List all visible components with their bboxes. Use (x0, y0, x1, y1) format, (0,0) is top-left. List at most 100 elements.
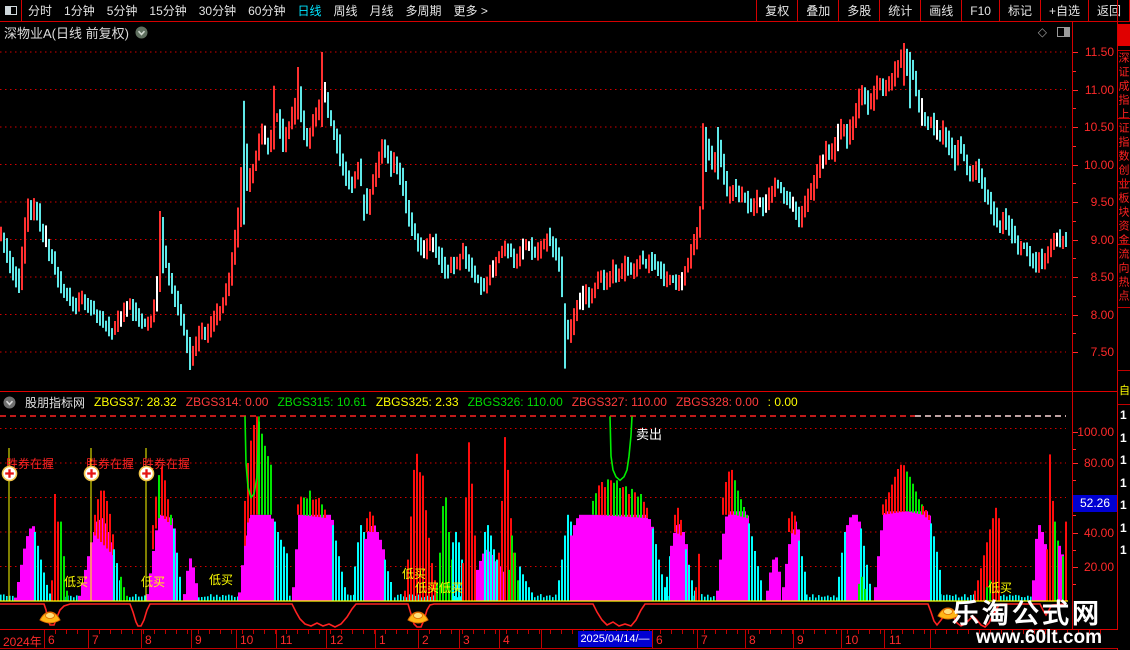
candle (966, 154, 968, 176)
candle (645, 258, 647, 269)
tool-button-7[interactable]: +自选 (1039, 0, 1088, 21)
hist-bar (428, 537, 430, 602)
comb-tick (289, 595, 291, 601)
tool-button-1[interactable]: 叠加 (797, 0, 838, 21)
month-separator (841, 630, 842, 648)
hist-bar (725, 482, 727, 515)
hist-bar (909, 476, 911, 512)
panel-layout-icon[interactable] (1057, 27, 1070, 37)
candle (639, 255, 641, 270)
month-separator (236, 630, 237, 648)
comb-tick (949, 595, 951, 601)
right-side-strip[interactable]: 深证成指上证指数创业板块资金流向热点 自 1 1 1 1 1 1 1 (1118, 0, 1130, 650)
indicator-axis-label: 100.00 (1077, 425, 1114, 439)
candle (1023, 242, 1025, 249)
hist-bar (106, 500, 108, 549)
candle (162, 217, 164, 274)
candle (495, 256, 497, 276)
candle (546, 233, 548, 252)
candle (369, 189, 371, 215)
comb-tick (549, 595, 551, 601)
price-axis-label: 11.50 (1084, 45, 1114, 59)
hist-bar (1062, 556, 1064, 601)
comb-tick (210, 594, 212, 601)
candle (444, 256, 446, 279)
hist-bar (484, 532, 486, 601)
hist-bar (977, 580, 979, 601)
period-tab-4[interactable]: 30分钟 (199, 2, 236, 19)
hist-bar (757, 566, 759, 601)
hist-bar (43, 572, 45, 601)
candle (150, 315, 152, 328)
axis-tick (1073, 314, 1078, 316)
candle (957, 140, 959, 166)
hist-bar (612, 514, 615, 602)
hist-bar (496, 559, 498, 601)
candle (951, 137, 953, 159)
candle (270, 129, 272, 153)
hist-bar (558, 580, 560, 601)
hist-bar (310, 514, 313, 602)
candle (882, 78, 884, 96)
top-toolbar: 分时 1分钟 5分钟 15分钟 30分钟 60分钟 日线 周线 月线 多周期 更多 > 复权 叠加 多股… (0, 0, 1130, 22)
date-minor-ticks (44, 630, 1104, 634)
hist-bar (303, 497, 305, 516)
axis-minor-tick (1073, 220, 1076, 222)
period-tab-0[interactable]: 分时 (28, 2, 52, 19)
hist-bar (680, 519, 682, 536)
tool-button-4[interactable]: 画线 (920, 0, 961, 21)
chevron-down-icon[interactable] (135, 26, 148, 39)
candle (366, 188, 368, 214)
period-tab-1[interactable]: 1分钟 (64, 2, 95, 19)
period-tab-8[interactable]: 月线 (370, 2, 394, 19)
candle (492, 260, 494, 278)
candle (1053, 233, 1055, 250)
candle (465, 246, 467, 269)
hist-bar (1065, 521, 1067, 601)
indicator-collapse-icon[interactable] (3, 396, 16, 409)
hist-bar (292, 587, 295, 601)
candle (450, 256, 452, 273)
hist-bar (900, 464, 902, 513)
tool-button-2[interactable]: 多股 (838, 0, 879, 21)
hist-bar (250, 514, 253, 602)
candle (624, 255, 626, 282)
hist-bar (913, 511, 916, 601)
candle (324, 82, 326, 103)
hist-bar (616, 480, 618, 517)
tool-button-3[interactable]: 统计 (879, 0, 920, 21)
strip-separator (1118, 370, 1130, 371)
candle (1047, 246, 1049, 264)
strip-number: 1 (1120, 430, 1127, 445)
hist-bar (916, 511, 919, 601)
diamond-icon[interactable]: ◇ (1038, 25, 1047, 39)
period-tab-5[interactable]: 60分钟 (248, 2, 285, 19)
candle (330, 110, 332, 127)
hist-bar (791, 529, 794, 601)
tool-button-0[interactable]: 复权 (756, 0, 797, 21)
period-tab-3[interactable]: 15分钟 (149, 2, 186, 19)
tool-button-5[interactable]: F10 (961, 0, 999, 21)
period-tab-9[interactable]: 多周期 (406, 2, 442, 19)
candle (486, 276, 488, 294)
window-split-button[interactable] (0, 0, 22, 22)
tool-button-6[interactable]: 标记 (998, 0, 1040, 21)
period-tab-10[interactable]: 更多 > (454, 2, 488, 19)
hist-bar (23, 548, 26, 601)
hist-bar (364, 538, 367, 601)
candle (504, 240, 506, 257)
main-chart[interactable] (0, 39, 1072, 391)
candle (630, 262, 632, 275)
period-tab-6[interactable]: 日线 (297, 2, 321, 19)
axis-minor-tick (1073, 145, 1076, 147)
indicator-panel[interactable] (0, 412, 1072, 650)
hist-bar (743, 511, 746, 601)
period-tab-7[interactable]: 周线 (333, 2, 357, 19)
strip-separator (1118, 181, 1130, 182)
hist-bar (295, 549, 298, 602)
hist-bar (894, 476, 896, 513)
candle (111, 328, 113, 340)
hist-bar (600, 514, 603, 602)
period-tab-2[interactable]: 5分钟 (107, 2, 138, 19)
candle (891, 73, 893, 91)
